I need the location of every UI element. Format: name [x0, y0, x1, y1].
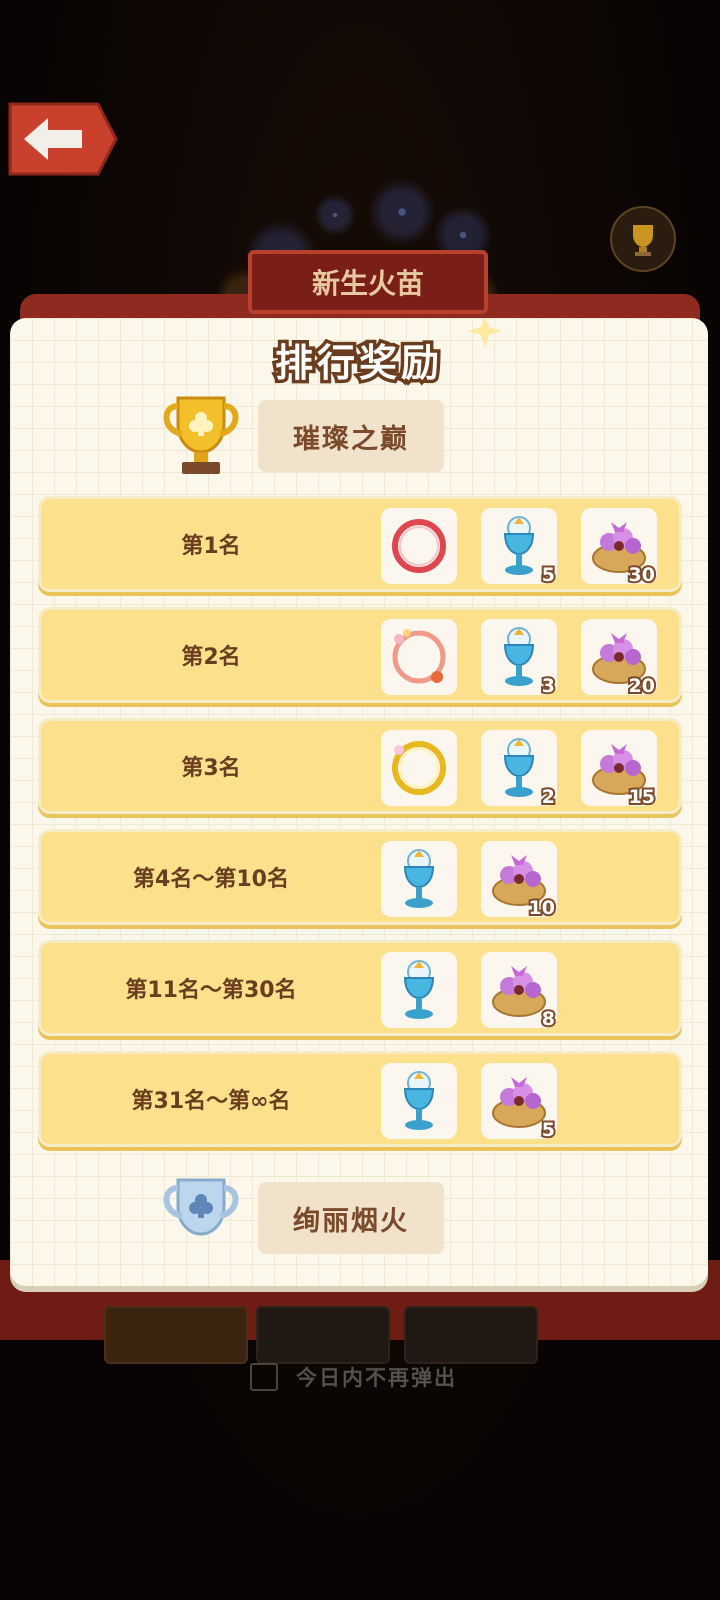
reward-slot[interactable]	[381, 508, 457, 584]
reward-slot[interactable]	[381, 619, 457, 695]
no-popup-label: 今日内不再弹出	[296, 1366, 457, 1390]
section-label-top-tier: 璀璨之巅	[258, 400, 444, 472]
gold-trophy-icon	[163, 396, 239, 474]
rank-label: 第11名～第30名	[125, 978, 297, 1003]
reward-slot[interactable]: 20	[581, 619, 658, 699]
event-title-banner: 新生火苗	[248, 250, 488, 314]
reward-slot[interactable]: 8	[481, 952, 557, 1032]
reward-row: 第1名 5 30	[38, 496, 682, 592]
floral-ring-icon	[392, 629, 446, 684]
reward-slot[interactable]: 5	[481, 1063, 557, 1143]
blue-goblet-icon	[403, 849, 435, 908]
panel-title: 排行奖励	[271, 338, 443, 389]
reward-row: 第2名 3 20	[38, 607, 682, 703]
reward-row: 第4名～第10名 10	[38, 829, 682, 925]
rank-label: 第1名	[181, 534, 241, 559]
section-header-top-tier: 璀璨之巅	[10, 390, 708, 480]
reward-count: 20	[627, 673, 658, 699]
back-button[interactable]	[6, 100, 118, 178]
reward-slot[interactable]	[381, 841, 457, 917]
reward-row: 第3名 2 15	[38, 718, 682, 814]
reward-slot[interactable]	[381, 1063, 457, 1139]
blue-goblet-icon	[403, 960, 435, 1019]
reward-slot[interactable]: 30	[581, 508, 658, 588]
reward-count: 2	[540, 784, 557, 810]
hidden-button-2[interactable]	[256, 1306, 390, 1364]
rank-label: 第4名～第10名	[133, 867, 289, 892]
reward-slot[interactable]	[381, 952, 457, 1028]
blue-goblet-icon	[403, 1071, 435, 1130]
silver-trophy-icon	[163, 1178, 239, 1236]
rank-label: 第31名～第∞名	[131, 1089, 291, 1114]
reward-slot[interactable]: 15	[581, 730, 658, 810]
red-ring-icon	[392, 519, 446, 573]
rank-label: 第3名	[181, 756, 241, 781]
reward-row: 第11名～第30名 8	[38, 940, 682, 1036]
reward-count: 15	[627, 784, 658, 810]
section-label-second-tier: 绚丽烟火	[258, 1182, 444, 1254]
back-arrow-icon	[8, 102, 118, 176]
reward-slot[interactable]: 5	[481, 508, 557, 588]
reward-count: 10	[527, 895, 558, 921]
reward-slot[interactable]: 2	[481, 730, 557, 810]
trophy-ranking-button[interactable]	[610, 206, 676, 272]
rank-rewards-panel: 排行奖励 璀璨之巅 第1名 5 30 第2名 3 20 第3名 2 15 第4名～第10名 10 第1…	[10, 318, 708, 1286]
reward-slot[interactable]	[381, 730, 457, 806]
rank-label: 第2名	[181, 645, 241, 670]
hidden-button-3[interactable]	[404, 1306, 538, 1364]
section-header-second-tier: 绚丽烟火	[10, 1172, 708, 1262]
event-title: 新生火苗	[311, 267, 424, 300]
reward-count: 5	[540, 1117, 557, 1143]
reward-count: 8	[540, 1006, 557, 1032]
reward-slot[interactable]: 3	[481, 619, 557, 699]
reward-count: 5	[540, 562, 557, 588]
trophy-icon	[633, 225, 653, 256]
hidden-button-1[interactable]	[104, 1306, 248, 1364]
no-popup-checkbox[interactable]	[250, 1363, 278, 1391]
reward-row: 第31名～第∞名 5	[38, 1051, 682, 1147]
reward-count: 3	[540, 673, 557, 699]
no-popup-today-toggle[interactable]: 今日内不再弹出	[250, 1362, 457, 1392]
reward-slot[interactable]: 10	[481, 841, 558, 921]
reward-count: 30	[627, 562, 658, 588]
gold-ring-icon	[392, 741, 446, 795]
